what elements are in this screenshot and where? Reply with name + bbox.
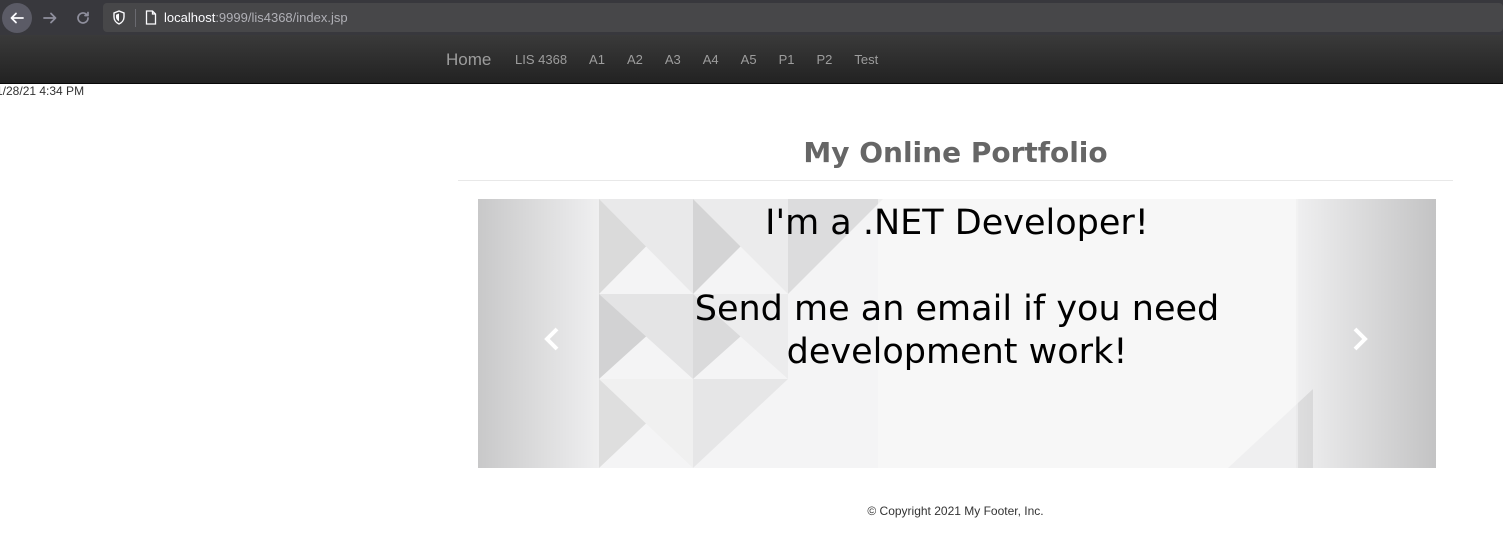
forward-button[interactable] — [35, 3, 65, 33]
nav-item-lis4368[interactable]: LIS 4368 — [515, 52, 567, 67]
carousel[interactable]: I'm a .NET Developer! Send me an email i… — [478, 199, 1436, 468]
carousel-prev-button[interactable] — [537, 324, 567, 354]
nav-item-p1[interactable]: P1 — [779, 52, 795, 67]
browser-toolbar: localhost:9999/lis4368/index.jsp — [0, 0, 1503, 35]
chevron-left-icon — [544, 327, 559, 351]
back-button[interactable] — [2, 2, 32, 33]
nav-item-test[interactable]: Test — [854, 52, 878, 67]
url-host: localhost — [164, 10, 216, 25]
shield-icon[interactable] — [105, 10, 133, 25]
navbar-brand-home[interactable]: Home — [446, 50, 491, 70]
nav-item-a5[interactable]: A5 — [741, 52, 757, 67]
url-divider — [135, 8, 136, 27]
footer-copyright: © Copyright 2021 My Footer, Inc. — [867, 504, 1044, 518]
site-navbar: Home LIS 4368 A1 A2 A3 A4 A5 P1 P2 Test — [0, 35, 1503, 84]
back-arrow-icon — [10, 12, 24, 23]
nav-item-a4[interactable]: A4 — [703, 52, 719, 67]
url-bar[interactable]: localhost:9999/lis4368/index.jsp — [103, 3, 1503, 32]
reload-icon — [77, 11, 89, 24]
carousel-text: Send me an email if you need development… — [694, 289, 1220, 372]
page-icon[interactable] — [140, 10, 162, 25]
forward-arrow-icon — [43, 12, 57, 23]
carousel-next-button[interactable] — [1345, 324, 1375, 354]
reload-button[interactable] — [68, 3, 98, 33]
nav-item-p2[interactable]: P2 — [816, 52, 832, 67]
nav-item-a3[interactable]: A3 — [665, 52, 681, 67]
nav-links: LIS 4368 A1 A2 A3 A4 A5 P1 P2 Test — [515, 52, 900, 67]
chevron-right-icon — [1353, 327, 1368, 351]
title-divider — [458, 180, 1453, 181]
nav-item-a1[interactable]: A1 — [589, 52, 605, 67]
url-text[interactable]: localhost:9999/lis4368/index.jsp — [164, 10, 348, 25]
current-datetime: 1/28/21 4:34 PM — [0, 84, 85, 98]
nav-item-a2[interactable]: A2 — [627, 52, 643, 67]
page-title: My Online Portfolio — [803, 136, 1108, 169]
carousel-caption: I'm a .NET Developer! Send me an email i… — [638, 202, 1276, 374]
url-path: :9999/lis4368/index.jsp — [215, 10, 348, 25]
carousel-headline: I'm a .NET Developer! — [765, 203, 1149, 243]
